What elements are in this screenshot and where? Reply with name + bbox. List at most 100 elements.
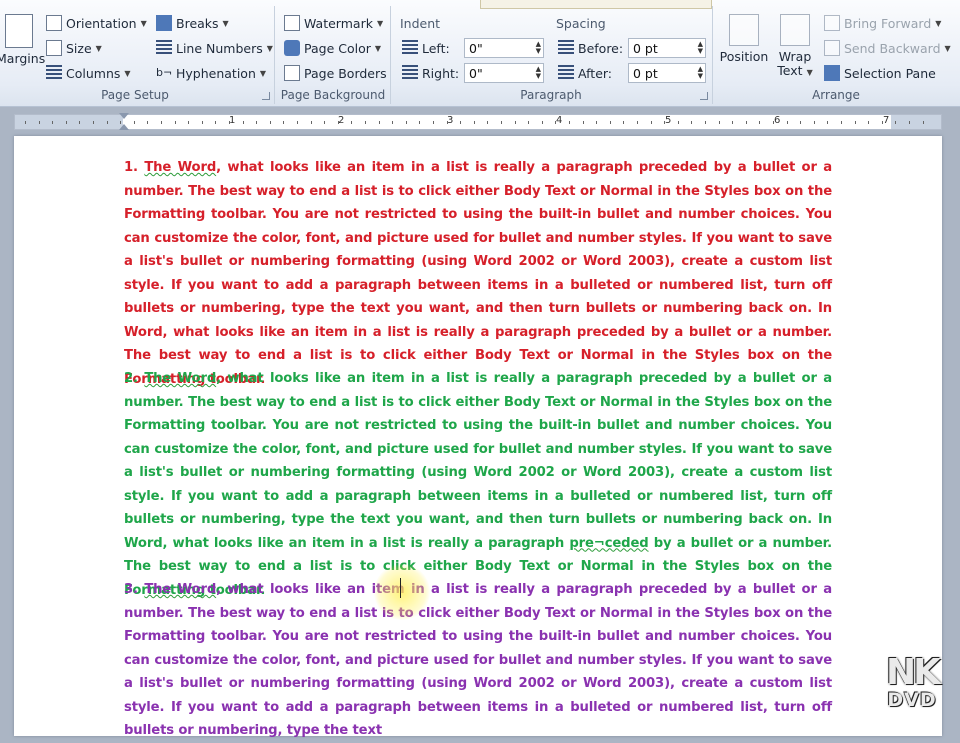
spinner-arrows-icon[interactable]: ▲ ▼ [536,41,541,55]
hyphenation-icon: b¬ [156,66,173,79]
orientation-button[interactable]: Orientation ▼ [46,12,147,34]
paragraph-dialog-launcher-icon[interactable] [700,92,708,100]
hanging-indent-marker[interactable] [119,124,129,130]
spelling-error-text: The Word [144,160,217,175]
hyphenation-button[interactable]: b¬ Hyphenation ▼ [156,62,266,84]
ruler-tick [392,121,394,124]
ruler-number: 7 [883,115,890,126]
position-button[interactable]: Position [718,12,770,64]
ruler-tick [147,121,149,124]
paragraph-label: Paragraph [520,88,582,102]
logo-line2: DVD [887,689,937,711]
chevron-down-icon: ▼ [806,68,813,77]
page-borders-button[interactable]: Page Borders [284,62,387,84]
ruler-tick [351,121,353,124]
line-numbers-button[interactable]: Line Numbers ▼ [156,37,273,59]
ruler-tick [201,121,203,124]
spinner-arrows-icon[interactable]: ▲ ▼ [698,66,703,80]
list-item[interactable]: 3. The Word, what looks like an item in … [124,578,832,743]
columns-icon [46,65,62,81]
ruler-tick [188,121,190,124]
ruler-tick [922,121,924,124]
columns-button[interactable]: Columns ▼ [46,62,131,84]
ruler-tick [691,121,693,124]
ruler-tick [705,121,706,124]
ruler-tick [460,121,462,124]
indent-right-input[interactable]: 0" ▲ ▼ [464,63,544,83]
spinner-arrows-icon[interactable]: ▲ ▼ [536,66,541,80]
list-number: 3. [124,582,145,597]
spacing-before-input[interactable]: 0 pt ▲ ▼ [628,38,706,58]
chevron-down-icon: ▼ [259,68,267,78]
breaks-button[interactable]: Breaks ▼ [156,12,229,34]
chevron-down-icon: ▼ [935,18,942,28]
page-setup-label: Page Setup [101,88,169,102]
ruler-tick [745,121,747,124]
ruler-tick [555,121,557,124]
ruler-tick [283,121,285,124]
spelling-error-text: The Word [144,582,217,597]
indent-left-input[interactable]: 0" ▲ ▼ [464,38,544,58]
page-borders-icon [284,65,300,81]
first-line-indent-marker[interactable] [119,113,129,119]
paint-bucket-icon [284,40,300,56]
ruler-tick [528,121,530,124]
bring-forward-button[interactable]: Bring Forward ▼ [824,12,941,34]
horizontal-ruler[interactable]: 1234567 [14,113,942,130]
size-button[interactable]: Size ▼ [46,37,102,59]
wrap-text-icon [780,14,810,46]
indent-right-icon [402,65,418,81]
ruler-tick [582,121,584,124]
spacing-after-label: After: [578,65,613,81]
ruler-tick [664,121,666,124]
ruler-tick [229,121,230,124]
indent-left-label: Left: [422,40,450,56]
ruler-tick [827,121,829,124]
ruler-tick [569,121,570,124]
ruler-tick [242,121,244,124]
ruler-right-margin [891,115,941,129]
selection-pane-button[interactable]: Selection Pane [824,62,936,84]
ruler-tick [38,121,40,124]
ruler-tick [501,121,502,124]
spacing-before-icon [558,40,574,56]
breaks-icon [156,15,172,31]
watermark-button[interactable]: Watermark ▼ [284,12,383,34]
paragraph-group: Indent Left: 0" ▲ ▼ Right: 0" ▲ ▼ Spacing … [390,6,713,104]
send-backward-button[interactable]: Send Backward ▼ [824,37,951,59]
ruler-tick [297,121,298,124]
document-page[interactable]: 1. The Word, what looks like an item in … [14,136,942,738]
logo-line1: NK [885,652,941,693]
arrange-label: Arrange [812,88,860,102]
spacing-before-label-row: Before: [558,37,623,59]
ruler-tick [433,121,434,124]
ruler-tick [759,121,761,124]
indent-right-value: 0" [469,66,483,81]
ruler-tick [161,121,162,124]
page-color-button[interactable]: Page Color ▼ [284,37,381,59]
spinner-arrows-icon[interactable]: ▲ ▼ [698,41,703,55]
ruler-tick [718,121,720,124]
ruler-tick [541,121,543,124]
ruler-number: 6 [774,115,781,126]
spacing-after-input[interactable]: 0 pt ▲ ▼ [628,63,706,83]
ruler-tick [650,121,652,124]
margins-button[interactable]: Margins [0,12,45,66]
ruler-tick [637,121,638,124]
selection-pane-label: Selection Pane [844,65,936,81]
chevron-down-icon: ▼ [222,18,229,28]
ruler-tick [841,121,842,124]
ruler-tick [25,121,26,124]
ruler-tick [133,121,135,124]
wrap-text-button[interactable]: Wrap Text ▼ [770,12,820,80]
paragraph-text: , what looks like an item in a list is r… [124,160,833,387]
indent-left-label-row: Left: [402,37,450,59]
indent-right-label-row: Right: [402,62,459,84]
page-setup-group: Margins Orientation ▼ Size ▼ Columns ▼ Brea… [0,6,275,104]
hyphenation-label: Hyphenation [176,65,256,81]
margins-icon [5,14,33,48]
page-setup-dialog-launcher-icon[interactable] [262,92,270,100]
list-item[interactable]: 2. The Word, what looks like an item in … [124,367,832,602]
list-item[interactable]: 1. The Word, what looks like an item in … [124,156,832,391]
spacing-after-label-row: After: [558,62,612,84]
